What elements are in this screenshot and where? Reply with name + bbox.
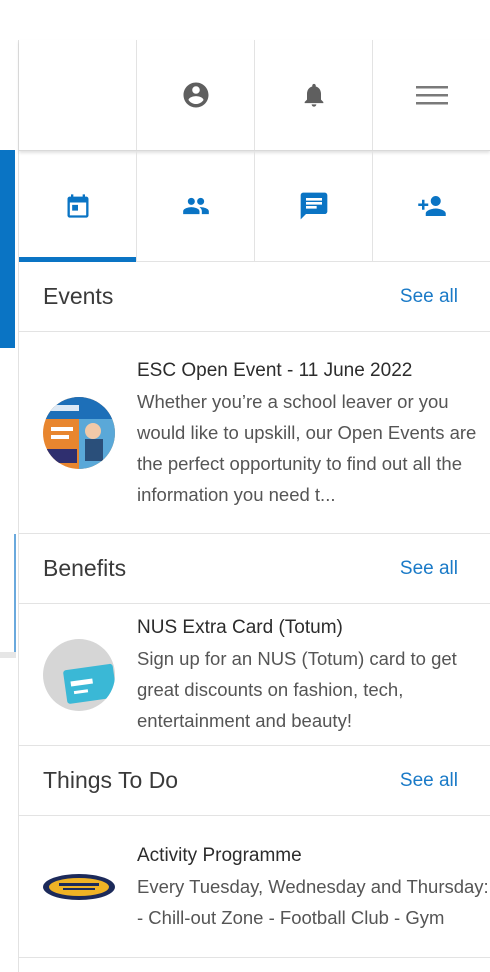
benefits-section-title: Benefits	[43, 555, 127, 581]
side-accent-bar	[0, 150, 15, 348]
event-item-description: Whether you’re a school leaver or you wo…	[137, 390, 477, 505]
event-item-title: ESC Open Event - 11 June 2022	[137, 359, 413, 381]
events-see-all-link[interactable]: See all	[400, 286, 458, 308]
calendar-icon	[67, 194, 88, 218]
activity-item-body: Activity Programme Every Tuesday, Wednes…	[137, 841, 490, 933]
tab-add-contact[interactable]	[373, 151, 490, 261]
benefit-item-title: NUS Extra Card (Totum)	[137, 617, 343, 638]
activity-item-description: Every Tuesday, Wednesday and Thursday: -…	[137, 875, 489, 928]
things-section-header: Things To Do See all	[19, 746, 490, 816]
benefit-list-item[interactable]: NUS Extra Card (Totum) Sign up for an NU…	[19, 604, 490, 746]
add-person-icon	[418, 196, 446, 216]
event-thumbnail	[43, 396, 115, 469]
event-list-item[interactable]: ESC Open Event - 11 June 2022 Whether yo…	[19, 332, 490, 534]
tab-events[interactable]	[19, 151, 137, 262]
tab-bar	[19, 151, 490, 262]
top-toolbar	[19, 40, 490, 151]
account-icon	[183, 82, 208, 108]
events-section-header: Events See all	[19, 262, 490, 332]
things-see-all-link[interactable]: See all	[400, 770, 458, 792]
menu-button[interactable]	[373, 40, 490, 150]
tab-groups[interactable]	[137, 151, 255, 261]
activity-thumbnail	[43, 851, 115, 923]
tab-messages[interactable]	[255, 151, 373, 261]
bell-icon	[304, 83, 323, 107]
chat-icon	[300, 192, 327, 220]
side-divider	[0, 652, 16, 658]
benefit-thumbnail	[43, 638, 115, 711]
benefit-item-description: Sign up for an NUS (Totum) card to get g…	[137, 648, 457, 731]
side-accent-line	[14, 534, 16, 652]
activity-list-item[interactable]: Activity Programme Every Tuesday, Wednes…	[19, 816, 490, 958]
notification-panel: Events See all ESC Open Event - 11 June …	[18, 40, 490, 972]
background-strip	[0, 0, 18, 972]
toolbar-blank-cell	[19, 40, 137, 150]
activity-item-title: Activity Programme	[137, 844, 302, 866]
benefits-section-header: Benefits See all	[19, 534, 490, 604]
group-icon	[182, 197, 209, 215]
account-button[interactable]	[137, 40, 255, 150]
menu-icon	[416, 86, 448, 105]
benefit-item-body: NUS Extra Card (Totum) Sign up for an NU…	[137, 613, 490, 736]
event-item-body: ESC Open Event - 11 June 2022 Whether yo…	[137, 356, 490, 510]
events-section-title: Events	[43, 283, 114, 309]
things-section-title: Things To Do	[43, 767, 179, 793]
notifications-button[interactable]	[255, 40, 373, 150]
benefits-see-all-link[interactable]: See all	[400, 558, 458, 580]
